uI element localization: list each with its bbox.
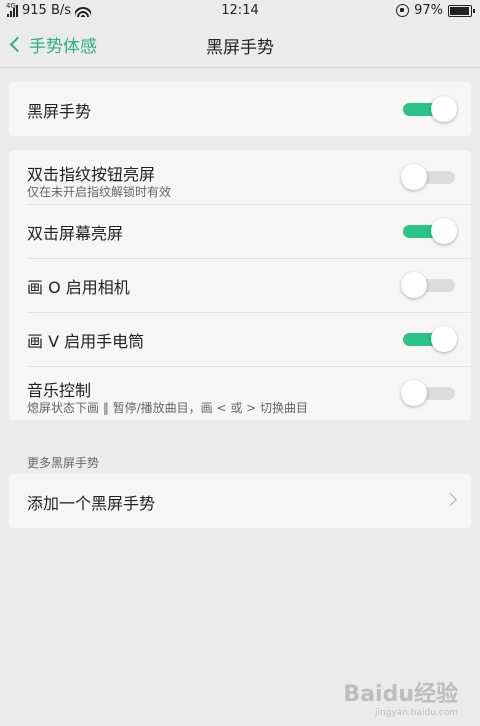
- gesture-row-music-control[interactable]: 音乐控制 熄屏状态下画 ‖ 暂停/播放曲目，画 < 或 > 切换曲目: [9, 366, 471, 420]
- gesture-label: 音乐控制: [27, 381, 92, 400]
- main-toggle-card: 黑屏手势: [9, 82, 471, 136]
- add-gesture-card: 添加一个黑屏手势: [9, 474, 471, 528]
- double-tap-screen-toggle[interactable]: [403, 218, 457, 244]
- draw-v-flashlight-toggle[interactable]: [403, 326, 457, 352]
- battery-percent: 97%: [414, 3, 443, 18]
- toggle-knob: [431, 96, 457, 122]
- chevron-right-icon: [444, 493, 457, 506]
- page-title: 黑屏手势: [206, 38, 274, 58]
- toggle-knob: [431, 218, 457, 244]
- draw-o-camera-toggle[interactable]: [401, 272, 457, 298]
- gesture-subtitle: 仅在未开启指纹解锁时有效: [27, 185, 172, 199]
- gesture-row-draw-o-camera[interactable]: 画 O 启用相机: [9, 258, 471, 312]
- main-toggle-row[interactable]: 黑屏手势: [9, 82, 471, 136]
- gesture-label: 双击指纹按钮亮屏: [27, 165, 156, 184]
- more-section-header: 更多黑屏手势: [27, 456, 100, 470]
- gesture-row-double-tap-fingerprint[interactable]: 双击指纹按钮亮屏 仅在未开启指纹解锁时有效: [9, 150, 471, 204]
- toggle-knob: [401, 272, 427, 298]
- double-tap-fingerprint-toggle[interactable]: [401, 164, 457, 190]
- gestures-card: 双击指纹按钮亮屏 仅在未开启指纹解锁时有效 双击屏幕亮屏 画 O 启用相机 画 …: [9, 150, 471, 420]
- nav-bar: 手势体感 黑屏手势: [0, 22, 480, 68]
- gesture-row-draw-v-flashlight[interactable]: 画 V 启用手电筒: [9, 312, 471, 366]
- main-toggle-label: 黑屏手势: [27, 102, 92, 121]
- watermark-logo: Baidu经验 jingyan.baidu.com: [343, 676, 458, 718]
- toggle-knob: [401, 380, 427, 406]
- battery-fill: [450, 6, 470, 15]
- gesture-label: 画 V 启用手电筒: [27, 332, 145, 351]
- music-control-toggle[interactable]: [401, 380, 457, 406]
- gesture-row-double-tap-screen[interactable]: 双击屏幕亮屏: [9, 204, 471, 258]
- rotation-lock-icon: [396, 4, 410, 17]
- watermark-brand: Baidu经验: [343, 682, 458, 707]
- main-gesture-toggle[interactable]: [403, 96, 457, 122]
- add-gesture-row[interactable]: 添加一个黑屏手势: [9, 474, 471, 528]
- gesture-label: 双击屏幕亮屏: [27, 224, 124, 243]
- status-bar: 4G 915 B/s 12:14 97%: [0, 0, 480, 22]
- watermark-url: jingyan.baidu.com: [374, 708, 458, 718]
- battery-icon: [448, 4, 475, 17]
- gesture-subtitle: 熄屏状态下画 ‖ 暂停/播放曲目，画 < 或 > 切换曲目: [27, 401, 309, 415]
- gesture-label: 画 O 启用相机: [27, 278, 130, 297]
- toggle-knob: [401, 164, 427, 190]
- add-gesture-label: 添加一个黑屏手势: [27, 494, 156, 513]
- toggle-knob: [431, 326, 457, 352]
- status-right: 97%: [396, 3, 475, 18]
